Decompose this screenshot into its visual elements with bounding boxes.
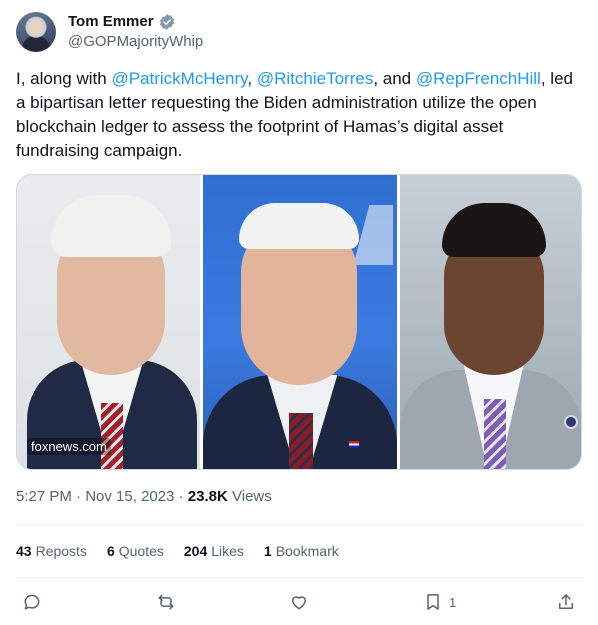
- quotes-stat[interactable]: 6 Quotes: [107, 541, 164, 561]
- likes-stat[interactable]: 204 Likes: [184, 541, 244, 561]
- repost-icon: [158, 594, 174, 610]
- meta-separator: ·: [76, 488, 82, 505]
- bookmark-icon: [427, 594, 439, 610]
- bookmarks-count: 1: [263, 543, 272, 559]
- bookmarks-label: Bookmark: [275, 543, 339, 559]
- views-label: Views: [232, 488, 272, 505]
- bookmark-count: 1: [449, 594, 457, 610]
- quotes-label: Quotes: [118, 543, 164, 559]
- likes-label: Likes: [211, 543, 244, 559]
- avatar[interactable]: [16, 12, 56, 52]
- photo-right[interactable]: [399, 175, 581, 469]
- source-watermark: foxnews.com: [27, 438, 111, 455]
- mention-link[interactable]: @PatrickMcHenry: [111, 69, 247, 88]
- quotes-count: 6: [106, 543, 115, 559]
- divider: [16, 577, 582, 578]
- share-icon: [559, 594, 573, 609]
- author-name[interactable]: Tom Emmer: [68, 13, 154, 31]
- tweet-time[interactable]: 5:27 PM: [16, 488, 72, 505]
- tweet-text: I, along with @PatrickMcHenry, @RitchieT…: [16, 67, 582, 163]
- reply-button[interactable]: [22, 588, 42, 616]
- reposts-stat[interactable]: 43 Reposts: [16, 541, 87, 561]
- repost-button[interactable]: [156, 588, 176, 616]
- bookmarks-stat[interactable]: 1 Bookmark: [264, 541, 339, 561]
- author-name-row: Tom Emmer: [68, 13, 176, 31]
- reply-icon: [24, 594, 40, 610]
- heart-icon: [292, 596, 306, 610]
- photo-center[interactable]: [203, 175, 397, 469]
- meta-separator: ·: [178, 488, 184, 505]
- likes-count: 204: [183, 543, 208, 559]
- tweet-text-part: , and: [373, 69, 416, 88]
- bookmark-button[interactable]: 1: [423, 588, 456, 616]
- reposts-label: Reposts: [35, 543, 87, 559]
- tweet-media[interactable]: foxnews.com: [16, 174, 582, 470]
- mention-link[interactable]: @RepFrenchHill: [416, 69, 541, 88]
- reposts-count: 43: [16, 543, 32, 559]
- tweet-date[interactable]: Nov 15, 2023: [85, 488, 174, 505]
- author-handle[interactable]: @GOPMajorityWhip: [68, 33, 203, 51]
- share-button[interactable]: [556, 588, 576, 616]
- tweet-text-part: I, along with: [16, 69, 112, 88]
- tweet-meta: 5:27 PM · Nov 15, 2023 · 23.8K Views: [16, 487, 272, 507]
- verified-badge-icon: [159, 14, 174, 30]
- action-bar: 1: [16, 588, 582, 616]
- tweet-text-part: ,: [247, 69, 257, 88]
- photo-left[interactable]: foxnews.com: [17, 175, 201, 469]
- engagement-stats: 43 Reposts 6 Quotes 204 Likes 1 Bookmark: [16, 541, 339, 561]
- divider: [16, 524, 582, 525]
- mention-link[interactable]: @RitchieTorres: [257, 69, 373, 88]
- views-count: 23.8K: [187, 488, 228, 505]
- like-button[interactable]: [289, 588, 309, 616]
